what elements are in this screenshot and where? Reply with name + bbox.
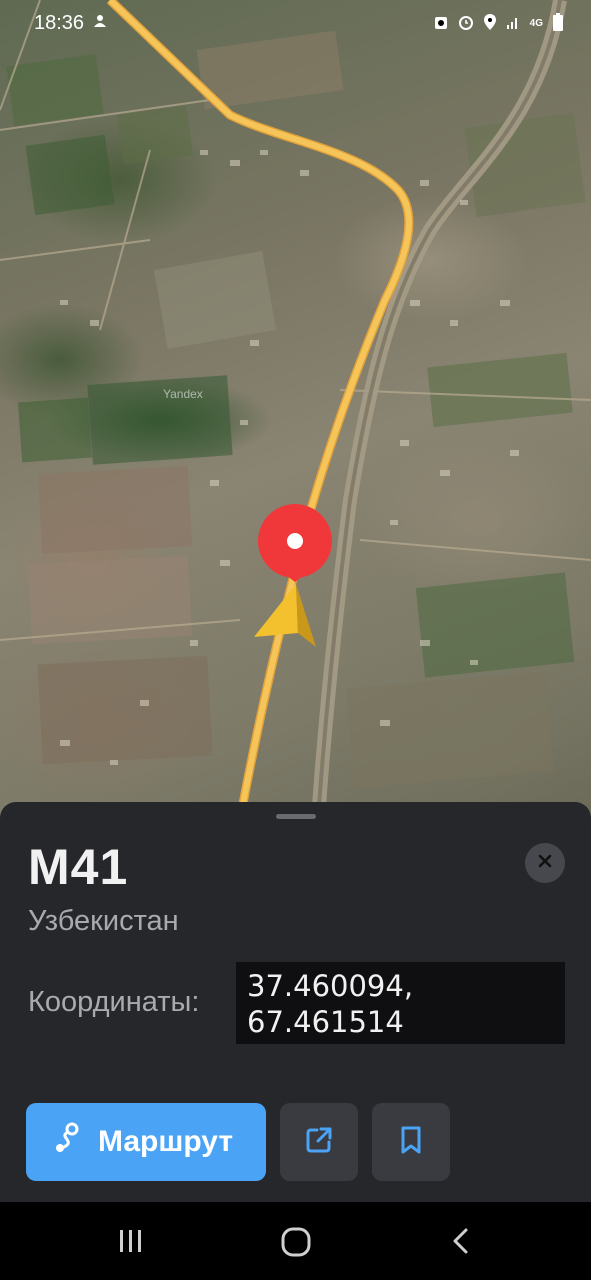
- place-title: M41: [28, 839, 129, 895]
- map-layer: [0, 0, 591, 820]
- coordinates-line-1: 37.460094,: [247, 969, 414, 1003]
- bookmark-button[interactable]: [372, 1103, 450, 1181]
- recorder-icon: [434, 14, 448, 33]
- share-icon: [304, 1125, 334, 1160]
- close-button[interactable]: [525, 843, 565, 883]
- signal-icon: [506, 15, 520, 32]
- satellite-map[interactable]: Yandex: [0, 0, 591, 820]
- place-card: M41 Узбекистан Координаты: 37.460094, 67…: [0, 802, 591, 1202]
- route-button[interactable]: Маршрут: [26, 1103, 266, 1181]
- recent-apps-icon[interactable]: [116, 1226, 146, 1261]
- back-icon[interactable]: [448, 1226, 474, 1261]
- home-icon[interactable]: [280, 1226, 312, 1263]
- sheet-drag-handle[interactable]: [276, 814, 316, 819]
- coordinates-value[interactable]: 37.460094, 67.461514: [236, 962, 565, 1044]
- share-button[interactable]: [280, 1103, 358, 1181]
- system-nav-bar: [0, 1202, 591, 1280]
- status-bar: 18:36 4G: [0, 0, 591, 46]
- baby-alert-icon: [92, 12, 108, 35]
- battery-icon: [553, 12, 563, 34]
- route-button-label: Маршрут: [98, 1125, 234, 1158]
- coordinates-label: Координаты:: [28, 986, 200, 1018]
- close-icon: [538, 854, 552, 873]
- coordinates-line-2: 67.461514: [247, 1005, 404, 1039]
- location-pin-icon[interactable]: [258, 504, 332, 582]
- bookmark-icon: [398, 1125, 424, 1160]
- map-watermark: Yandex: [163, 387, 203, 401]
- 4g-icon: 4G: [529, 17, 543, 29]
- location-icon: [483, 13, 496, 33]
- place-subtitle: Узбекистан: [28, 905, 179, 937]
- route-icon: [50, 1121, 84, 1163]
- status-time: 18:36: [34, 11, 85, 34]
- alarm-icon: [458, 14, 474, 33]
